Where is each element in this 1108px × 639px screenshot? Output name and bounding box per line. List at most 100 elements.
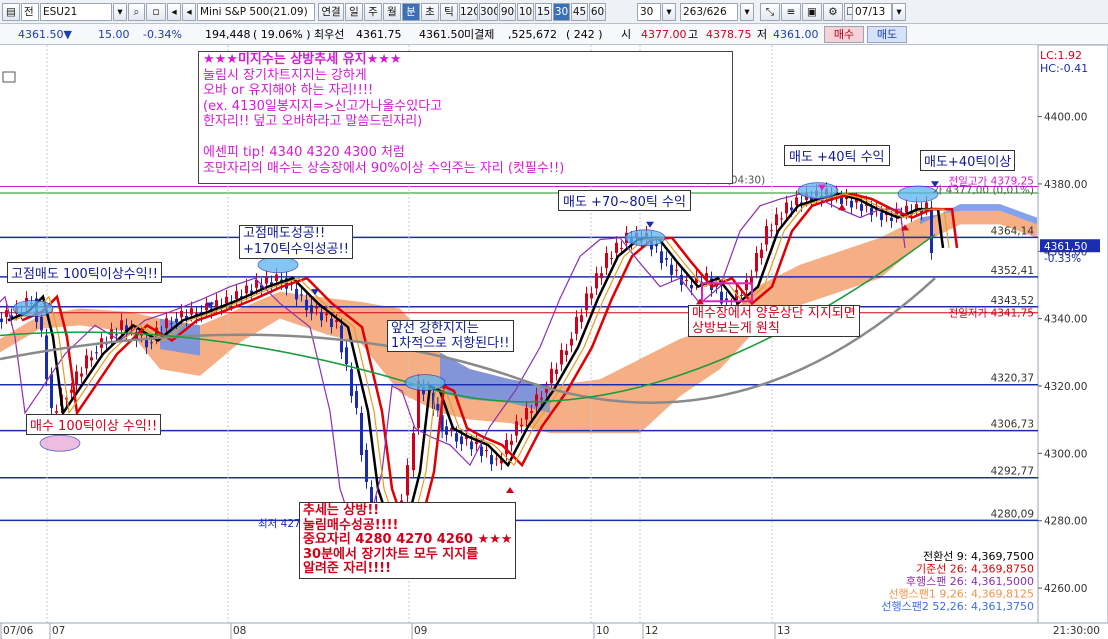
zoom-out-icon[interactable]: ⤡	[760, 3, 780, 21]
candle	[275, 274, 278, 281]
close-label: 가 4377,00 (0,01%)	[933, 185, 1034, 197]
note-line: +170틱수익성공!!	[243, 242, 349, 257]
interval-button[interactable]: 45	[571, 3, 588, 21]
note-line: 매수장에서 양운상단 지지되면	[692, 306, 856, 321]
chevron-down-icon[interactable]: ▾	[662, 3, 676, 21]
candle	[150, 342, 153, 344]
x-tick-label: 07/06	[3, 625, 34, 637]
candle	[565, 350, 568, 356]
main-note-line: 오바 or 유지해야 하는 자리!!!!	[203, 83, 374, 98]
candle	[350, 369, 353, 397]
menu-button[interactable]: 틱	[440, 3, 458, 21]
candle	[525, 407, 528, 420]
candle	[345, 347, 348, 365]
open-price: 4377.00	[641, 28, 687, 41]
candle	[930, 207, 933, 253]
note-line: 고점매도성공!!	[243, 226, 326, 241]
candle	[436, 403, 440, 411]
note-buy-profit: 매수 100틱이상 수익!!	[26, 414, 162, 435]
candle	[605, 252, 608, 269]
sound-icon-2[interactable]: ◂	[182, 3, 196, 21]
menu-button[interactable]: 분	[402, 3, 420, 21]
menu-button[interactable]: 초	[421, 3, 439, 21]
level-label: 4306,73	[991, 419, 1034, 431]
candle	[780, 218, 783, 220]
main-note-line: 한자리!! 덮고 오바하라고 말씀드린자리)	[203, 114, 423, 129]
candle	[485, 449, 488, 451]
interval-button[interactable]: 10	[517, 3, 534, 21]
candle	[360, 412, 363, 456]
note-line: 앞선 강한지지는	[391, 321, 479, 336]
prev-low-label: 전일저가 4341,75	[949, 307, 1034, 320]
menu-button[interactable]: 주	[364, 3, 382, 21]
candle	[295, 289, 298, 300]
y-tick-label: 4340.00	[1044, 314, 1087, 326]
candle	[495, 458, 498, 460]
save-icon[interactable]: ▣	[802, 3, 822, 21]
sell-button[interactable]: 매도	[867, 26, 907, 43]
menu-button[interactable]: 월	[383, 3, 401, 21]
mode-select[interactable]: 전	[21, 3, 39, 21]
candle	[475, 441, 478, 445]
period-select[interactable]: 30	[637, 3, 661, 21]
product-name: Mini S&P 500(21.09)	[197, 3, 315, 21]
interval-button[interactable]: 60	[589, 3, 606, 21]
high-label: 고	[688, 28, 699, 41]
highlight-ellipse	[797, 182, 839, 200]
candle	[590, 293, 593, 299]
y-tick-label: 4300.00	[1044, 448, 1087, 460]
menu-button[interactable]: 일	[345, 3, 363, 21]
candle	[335, 320, 338, 323]
interval-button[interactable]: 15	[535, 3, 552, 21]
candle	[890, 217, 893, 221]
candle	[115, 334, 118, 336]
note-line: 추세는 상방!!	[303, 503, 380, 518]
note-support-resistance: 앞선 강한지지는 1차적으로 저항된다!!	[387, 320, 514, 352]
highlight-ellipse	[624, 229, 666, 247]
candle	[760, 249, 763, 259]
candle	[225, 296, 228, 304]
search-icon[interactable]: ⌕	[128, 3, 145, 21]
menu-icon[interactable]: ▤	[2, 3, 20, 21]
note-cloud-support: 매수장에서 양운상단 지지되면 상방보는게 원칙	[688, 305, 860, 337]
best-price: 4361.75	[356, 28, 402, 41]
list-icon[interactable]: ≡	[781, 3, 801, 21]
candle	[315, 306, 318, 309]
sound-icon[interactable]: ◂	[167, 3, 181, 21]
candle	[412, 433, 415, 471]
gear-icon[interactable]: ⚙	[823, 3, 843, 21]
date-input[interactable]: 07/13	[852, 3, 892, 21]
main-note-line: 눌림시 장기차트지지는 강하게	[203, 67, 367, 83]
level-label: 4280,09	[991, 508, 1034, 520]
interval-button[interactable]: 90	[499, 3, 516, 21]
level-label: 4320,37	[991, 373, 1034, 385]
candle	[515, 421, 518, 436]
note-line: 30분에서 장기차트 모두 지지를	[303, 546, 479, 562]
candle	[70, 389, 73, 393]
bar-count: 263/626	[680, 3, 738, 21]
interval-button[interactable]: 300	[479, 3, 498, 21]
buy-button[interactable]: 매수	[824, 26, 864, 43]
main-note-line: (ex. 4130일봉지지=>신고가나올수있다고	[203, 98, 443, 114]
chevron-down-icon[interactable]: ▾	[740, 3, 754, 21]
menu-button[interactable]: 연결	[318, 3, 344, 21]
interval-button[interactable]: 120	[459, 3, 478, 21]
candle	[365, 449, 368, 482]
candle	[305, 299, 308, 311]
chevron-down-icon[interactable]: ▾	[892, 3, 906, 21]
unsettled-label: 미결제	[464, 28, 495, 41]
chevron-down-icon[interactable]: ▾	[113, 3, 127, 21]
x-tick-label: 09	[414, 625, 427, 637]
candle	[550, 368, 553, 384]
candle	[215, 300, 218, 307]
main-note-line: 조만자리의 매수는 상승장에서 90%이상 수익주는 자리 (컷필수!!)	[203, 160, 565, 176]
candle	[80, 373, 83, 377]
best-label: 최우선	[314, 28, 345, 41]
candle	[470, 441, 473, 450]
level-label: 4343,52	[991, 295, 1034, 307]
candle	[300, 294, 303, 296]
candle	[660, 251, 663, 264]
compare-icon[interactable]: ▫	[146, 3, 166, 21]
interval-button[interactable]: 30	[553, 3, 570, 21]
symbol-input[interactable]: ESU21	[40, 3, 112, 21]
